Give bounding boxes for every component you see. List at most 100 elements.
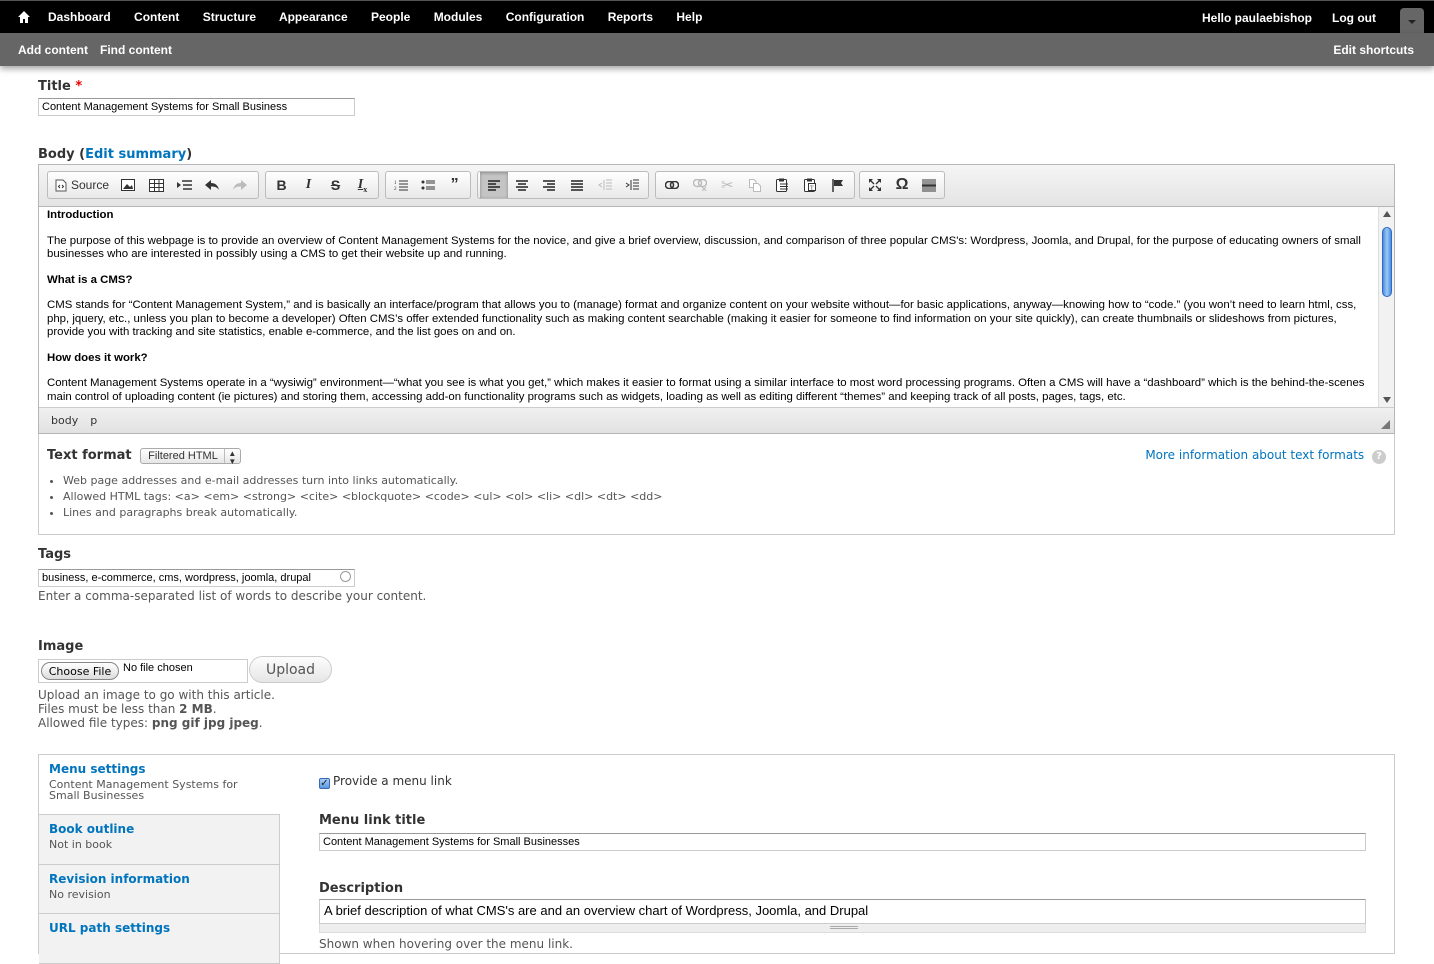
scroll-down-icon[interactable] <box>1383 397 1391 403</box>
content-paragraph: CMS stands for “Content Management Syste… <box>47 299 1357 338</box>
indent-button[interactable] <box>618 172 646 198</box>
flag-icon <box>832 178 844 192</box>
strikethrough-button[interactable]: S <box>322 172 349 198</box>
page-break-button[interactable] <box>915 172 942 198</box>
vtab-book-outline[interactable]: Book outline Not in book <box>39 815 280 865</box>
vertical-tab-list: Menu settings Content Management Systems… <box>39 755 280 964</box>
table-button[interactable] <box>142 172 170 198</box>
provide-menu-link-checkbox[interactable]: ✓ <box>319 778 330 789</box>
content-heading: What is a CMS? <box>47 273 133 286</box>
text-format-tips: Web page addresses and e-mail addresses … <box>39 473 662 521</box>
path-body[interactable]: body <box>51 414 78 427</box>
more-info-text-formats-link[interactable]: More information about text formats <box>1145 448 1364 462</box>
paste-button[interactable] <box>769 172 797 198</box>
undo-button[interactable] <box>198 172 226 198</box>
provide-menu-link-label[interactable]: Provide a menu link <box>333 774 452 788</box>
menu-configuration[interactable]: Configuration <box>506 10 585 24</box>
vtab-summary: Content Management Systems for Small Bus… <box>49 778 238 802</box>
vtab-url-path-settings[interactable]: URL path settings <box>39 914 280 964</box>
horizontal-rule-button[interactable] <box>170 172 198 198</box>
table-icon <box>148 178 164 192</box>
text-format-selected: Filtered HTML <box>148 450 218 462</box>
body-label-text: Body <box>38 147 75 162</box>
resize-grip-icon[interactable] <box>1381 420 1390 429</box>
menu-help[interactable]: Help <box>676 10 702 24</box>
file-input[interactable]: Choose File No file chosen <box>38 659 248 683</box>
edit-summary-link[interactable]: Edit summary <box>85 147 186 162</box>
max-size: 2 MB <box>179 702 213 716</box>
menu-link-title-input[interactable] <box>319 833 1366 851</box>
menu-appearance[interactable]: Appearance <box>279 10 348 24</box>
image-button[interactable] <box>114 172 142 198</box>
logout-link[interactable]: Log out <box>1332 11 1376 25</box>
bulleted-list-button[interactable] <box>415 172 442 198</box>
italic-button[interactable]: I <box>295 172 322 198</box>
maximize-button[interactable] <box>862 172 889 198</box>
remove-format-icon: Ix <box>357 176 368 194</box>
home-icon[interactable] <box>17 10 31 24</box>
editor-element-path: body p <box>39 407 1394 433</box>
justify-button[interactable] <box>563 172 591 198</box>
unlink-button[interactable] <box>686 172 714 198</box>
link-icon <box>664 181 679 189</box>
toolbar-group-document: Source <box>47 171 259 199</box>
required-marker: * <box>75 79 83 94</box>
text-format-select[interactable]: Filtered HTML ▲ ▼ <box>140 448 241 466</box>
upload-button[interactable]: Upload <box>249 656 332 683</box>
cut-button[interactable]: ✂ <box>713 172 741 198</box>
tags-input[interactable] <box>38 569 355 587</box>
remove-format-button[interactable]: Ix <box>349 172 376 198</box>
vtab-title: Book outline <box>49 822 135 836</box>
scroll-thumb[interactable] <box>1382 227 1392 297</box>
toolbar-group-tools: Ω <box>859 171 945 199</box>
align-right-button[interactable] <box>535 172 563 198</box>
outdent-button[interactable] <box>591 172 619 198</box>
link-button[interactable] <box>658 172 686 198</box>
align-left-icon <box>487 179 500 191</box>
admin-toolbar: Dashboard Content Structure Appearance P… <box>0 0 1434 34</box>
menu-people[interactable]: People <box>371 10 410 24</box>
no-file-text: No file chosen <box>123 662 193 674</box>
shortcuts-toggle-button[interactable] <box>1400 8 1424 34</box>
anchor-button[interactable] <box>824 172 852 198</box>
grip-icon <box>830 926 858 929</box>
shortcut-find-content[interactable]: Find content <box>100 43 172 57</box>
edit-shortcuts-link[interactable]: Edit shortcuts <box>1333 43 1414 57</box>
paste-text-button[interactable]: T <box>797 172 825 198</box>
vtab-revision-information[interactable]: Revision information No revision <box>39 865 280 914</box>
menu-description-textarea[interactable]: A brief description of what CMS's are an… <box>319 899 1366 924</box>
align-center-button[interactable] <box>508 172 536 198</box>
copy-button[interactable] <box>741 172 769 198</box>
username-link[interactable]: paulaebishop <box>1235 11 1312 25</box>
editor-content-area[interactable]: Introduction The purpose of this webpage … <box>39 207 1379 407</box>
title-input[interactable] <box>38 98 355 116</box>
special-char-button[interactable]: Ω <box>889 172 916 198</box>
align-left-button[interactable] <box>480 172 508 198</box>
redo-button[interactable] <box>226 172 254 198</box>
omega-icon: Ω <box>895 176 909 193</box>
blockquote-button[interactable]: ” <box>441 172 468 198</box>
menu-modules[interactable]: Modules <box>434 10 483 24</box>
menu-structure[interactable]: Structure <box>203 10 256 24</box>
content-heading: How does it work? <box>47 351 148 364</box>
source-button[interactable]: Source <box>50 172 114 198</box>
choose-file-button[interactable]: Choose File <box>41 662 119 680</box>
menu-content[interactable]: Content <box>134 10 179 24</box>
bold-button[interactable]: B <box>268 172 295 198</box>
menu-dashboard[interactable]: Dashboard <box>48 10 111 24</box>
help-icon[interactable]: ? <box>1372 450 1386 464</box>
shortcut-add-content[interactable]: Add content <box>18 43 88 57</box>
indent-icon <box>625 179 640 190</box>
vtab-summary: No revision <box>49 888 111 901</box>
vtab-title: URL path settings <box>49 921 171 935</box>
path-p[interactable]: p <box>90 414 97 427</box>
menu-reports[interactable]: Reports <box>608 10 653 24</box>
scissors-icon: ✂ <box>721 177 734 194</box>
scroll-up-icon[interactable] <box>1383 211 1391 217</box>
vtab-menu-settings[interactable]: Menu settings Content Management Systems… <box>39 755 280 815</box>
editor-scrollbar[interactable] <box>1378 207 1394 407</box>
justify-icon <box>570 179 583 191</box>
tags-field-wrapper <box>38 566 355 587</box>
numbered-list-button[interactable]: 12 <box>388 172 415 198</box>
textarea-resize-handle[interactable] <box>319 924 1366 933</box>
